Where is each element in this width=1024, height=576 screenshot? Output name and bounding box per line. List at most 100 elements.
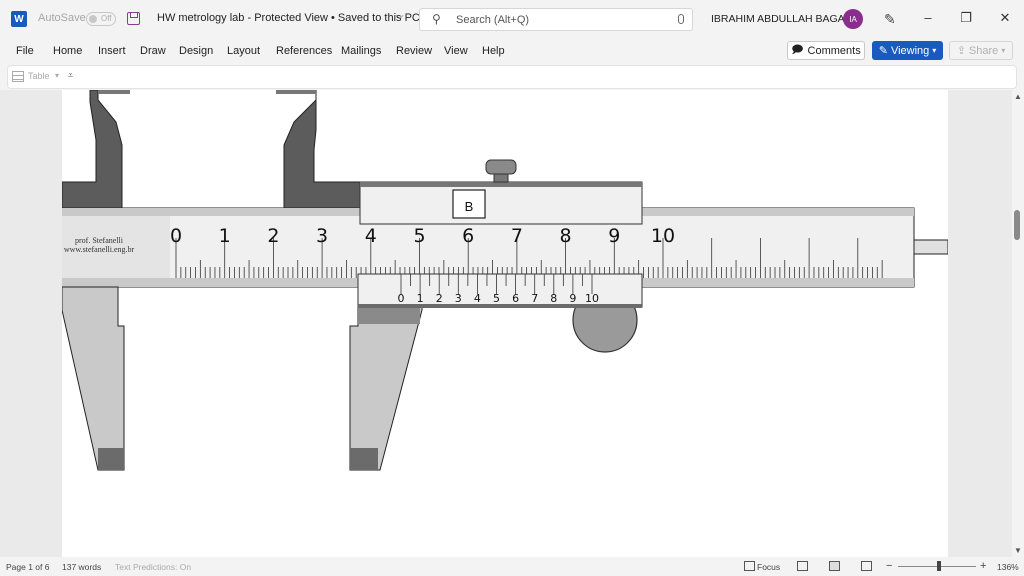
avatar[interactable]: IA — [843, 9, 863, 29]
zoom-out-icon[interactable]: − — [886, 560, 892, 572]
table-icon — [12, 71, 24, 82]
ribbon-tabs: File Home Insert Draw Design Layout Refe… — [0, 38, 1024, 64]
scroll-down-icon[interactable]: ▼ — [1014, 546, 1022, 555]
tab-view[interactable]: View — [444, 45, 468, 57]
tab-help[interactable]: Help — [482, 45, 505, 57]
title-bar: W AutoSave Off HW metrology lab - Protec… — [0, 0, 1024, 38]
share-button[interactable]: ⇪ Share ▾ — [949, 41, 1013, 60]
scroll-thumb[interactable] — [1014, 210, 1020, 240]
jaw-tip — [98, 90, 130, 94]
read-mode-icon[interactable] — [797, 561, 808, 571]
vernier-scale-label: 0 — [398, 292, 405, 305]
vernier-scale-label: 7 — [531, 292, 538, 305]
autosave-toggle[interactable]: Off — [86, 12, 116, 26]
tab-mailings[interactable]: Mailings — [341, 45, 381, 57]
table-label[interactable]: Table — [28, 71, 50, 81]
slider-top — [359, 181, 643, 225]
tab-file[interactable]: File — [16, 45, 34, 57]
depth-rod — [913, 239, 948, 255]
vernier-scale-label: 4 — [474, 292, 481, 305]
upper-fixed-jaw — [62, 90, 123, 209]
vernier-scale-label: 3 — [455, 292, 462, 305]
brand-line-2: www.stefanelli.eng.br — [64, 245, 135, 254]
share-icon: ⇪ — [956, 45, 966, 57]
main-scale-label: 3 — [316, 225, 328, 247]
lock-screw — [485, 159, 517, 183]
zoom-level[interactable]: 136% — [997, 562, 1019, 572]
vernier-scale-label: 8 — [550, 292, 557, 305]
search-box[interactable]: ⚲ Search (Alt+Q) — [419, 8, 693, 31]
minimize-icon[interactable]: – — [921, 10, 935, 26]
customize-toolbar-icon[interactable]: ⩡ — [68, 70, 73, 81]
vertical-scrollbar[interactable]: ▲ ▼ — [1012, 90, 1024, 557]
document-area: B prof. Stefanelli www.stefanelli.eng.br… — [0, 90, 1012, 557]
tab-home[interactable]: Home — [53, 45, 82, 57]
autosave-state: Off — [101, 14, 112, 23]
vernier-scale-label: 5 — [493, 292, 500, 305]
web-layout-icon[interactable] — [861, 561, 872, 571]
user-name: IBRAHIM ABDULLAH BAGAZI — [711, 13, 854, 25]
lower-fixed-jaw — [62, 286, 125, 471]
main-scale-label: 8 — [560, 225, 572, 247]
search-icon: ⚲ — [432, 12, 441, 26]
pen-icon: ✎ — [878, 45, 888, 57]
page-info[interactable]: Page 1 of 6 — [6, 562, 49, 572]
quick-toolbar: Table ▾ ⩡ — [7, 65, 1017, 89]
main-scale-label: 2 — [267, 225, 279, 247]
tab-insert[interactable]: Insert — [98, 45, 126, 57]
print-layout-icon[interactable] — [829, 561, 840, 571]
toggle-knob — [89, 15, 97, 23]
vernier-scale-label: 9 — [569, 292, 576, 305]
main-scale-label: 9 — [608, 225, 620, 247]
main-scale-label: 10 — [651, 225, 675, 247]
focus-icon[interactable] — [744, 561, 755, 571]
vernier-scale-label: 10 — [585, 292, 599, 305]
chevron-down-icon[interactable]: ⌵ — [396, 11, 404, 22]
vernier-scale-label: 2 — [436, 292, 443, 305]
caliper-drawing: B prof. Stefanelli www.stefanelli.eng.br… — [62, 90, 948, 471]
scroll-up-icon[interactable]: ▲ — [1014, 92, 1022, 101]
restore-icon[interactable]: ❐ — [959, 10, 973, 26]
viewing-label: Viewing — [890, 44, 930, 57]
text-predictions[interactable]: Text Predictions: On — [115, 562, 191, 572]
main-scale-label: 4 — [365, 225, 377, 247]
search-placeholder: Search (Alt+Q) — [456, 14, 530, 26]
zoom-slider-thumb[interactable] — [937, 561, 941, 571]
comment-icon: 🗩 — [791, 44, 804, 56]
tab-design[interactable]: Design — [179, 45, 213, 57]
jaw-tip — [98, 448, 124, 470]
save-icon[interactable] — [127, 12, 140, 25]
viewing-mode-button[interactable]: ✎ Viewing ▾ — [872, 41, 943, 60]
focus-label[interactable]: Focus — [757, 562, 780, 572]
tab-layout[interactable]: Layout — [227, 45, 260, 57]
word-app-icon: W — [11, 11, 27, 27]
vernier-scale-label: 6 — [512, 292, 519, 305]
main-scale-label: 6 — [462, 225, 474, 247]
designer-pen-icon[interactable]: ✎ — [884, 11, 896, 28]
status-bar: Page 1 of 6 137 words Text Predictions: … — [0, 557, 1024, 576]
jaw-tip — [276, 90, 316, 94]
tab-draw[interactable]: Draw — [140, 45, 166, 57]
vernier-scale-label: 1 — [417, 292, 424, 305]
main-scale-label: 5 — [413, 225, 425, 247]
word-count[interactable]: 137 words — [62, 562, 101, 572]
chevron-down-icon[interactable]: ▾ — [55, 71, 59, 80]
chevron-down-icon: ▾ — [1001, 46, 1006, 55]
jaw-tip — [350, 448, 378, 470]
document-title[interactable]: HW metrology lab - Protected View • Save… — [157, 12, 420, 24]
tab-review[interactable]: Review — [396, 45, 432, 57]
zoom-in-icon[interactable]: + — [980, 560, 986, 572]
close-icon[interactable]: ✕ — [998, 10, 1012, 26]
comments-label: Comments — [807, 44, 861, 57]
brand-line-1: prof. Stefanelli — [75, 236, 124, 245]
box-b-label: B — [465, 199, 474, 214]
slider-top-edge — [360, 182, 642, 187]
main-scale-label: 0 — [170, 225, 182, 247]
autosave-label: AutoSave — [38, 12, 86, 24]
upper-sliding-jaw — [283, 90, 361, 209]
tab-references[interactable]: References — [276, 45, 332, 57]
document-page: B prof. Stefanelli www.stefanelli.eng.br… — [62, 90, 948, 557]
comments-button[interactable]: 🗩 Comments — [787, 41, 865, 60]
main-scale-label: 1 — [219, 225, 231, 247]
microphone-icon[interactable] — [678, 14, 684, 24]
